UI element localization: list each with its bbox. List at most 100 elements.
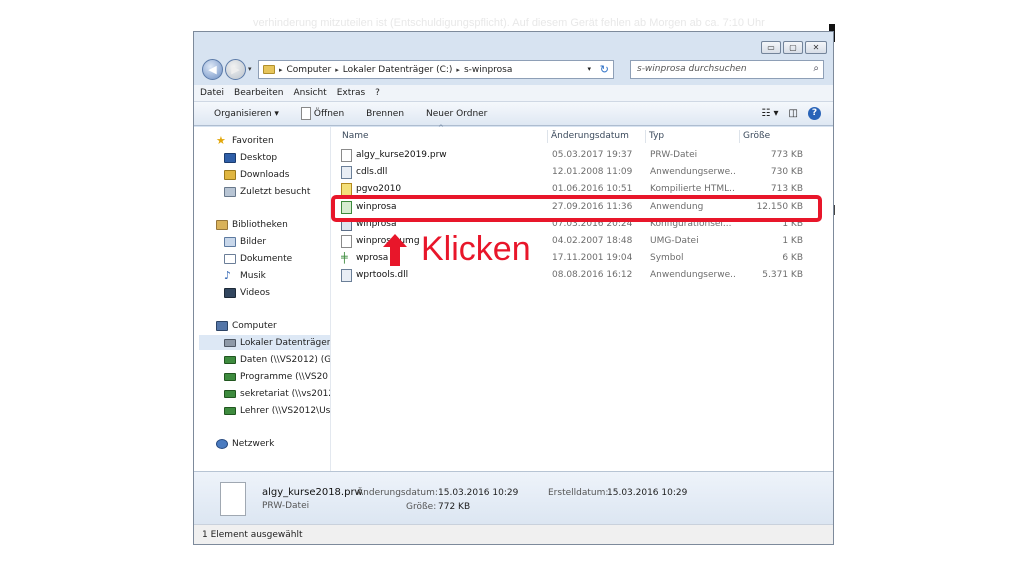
column-divider[interactable] — [645, 130, 646, 143]
column-header-type[interactable]: Typ — [649, 127, 664, 145]
back-button[interactable]: ◀ — [202, 59, 223, 80]
file-date: 08.08.2016 16:12 — [552, 270, 633, 281]
nav-label: Desktop — [240, 152, 278, 163]
nav-desktop[interactable]: Desktop — [224, 150, 277, 165]
history-dropdown-icon[interactable]: ▾ — [248, 65, 252, 73]
help-icon[interactable]: ? — [808, 107, 821, 120]
minimize-button[interactable]: ▭ — [761, 41, 781, 54]
file-type: Anwendungserwe... — [650, 270, 735, 281]
breadcrumb-separator-icon: ▸ — [335, 65, 339, 74]
recent-places-icon — [224, 186, 236, 197]
file-preview-icon — [220, 482, 246, 516]
nav-music[interactable]: ♪ Musik — [224, 268, 266, 283]
menu-help[interactable]: ? — [375, 88, 380, 101]
highlight-box — [331, 195, 822, 222]
menu-datei[interactable]: Datei — [200, 88, 224, 101]
column-header-date[interactable]: Änderungsdatum — [551, 127, 629, 145]
address-dropdown-icon[interactable]: ▾ — [587, 65, 591, 73]
file-size: 5.371 KB — [762, 270, 803, 281]
details-created-value: 15.03.2016 10:29 — [607, 488, 688, 498]
nav-label: Lokaler Datenträger — [240, 337, 331, 348]
forward-button[interactable]: ▶ — [225, 59, 246, 80]
downloads-icon — [224, 169, 236, 180]
breadcrumb-computer[interactable]: Computer — [287, 65, 332, 75]
preview-pane-icon[interactable]: ◫ — [789, 108, 798, 119]
nav-pictures[interactable]: Bilder — [224, 234, 266, 249]
details-size-value: 772 KB — [438, 502, 471, 512]
column-divider[interactable] — [739, 130, 740, 143]
details-created-label: Erstelldatum: — [548, 488, 609, 498]
nav-computer[interactable]: Computer — [216, 318, 277, 333]
refresh-icon[interactable]: ↻ — [600, 63, 609, 76]
nav-local-disk[interactable]: Lokaler Datenträger — [199, 335, 331, 350]
file-date: 12.01.2008 11:09 — [552, 167, 633, 178]
network-drive-icon — [224, 372, 236, 381]
menu-ansicht[interactable]: Ansicht — [293, 88, 326, 101]
organize-button[interactable]: Organisieren ▾ — [214, 109, 279, 119]
file-type: UMG-Datei — [650, 236, 699, 246]
nav-network-drive-lehrer[interactable]: Lehrer (\\VS2012\Us — [224, 403, 330, 418]
nav-network-drive-daten[interactable]: Daten (\\VS2012) (G: — [224, 352, 330, 367]
nav-label: Downloads — [240, 169, 290, 180]
nav-network-drive-programme[interactable]: Programme (\\VS20 — [224, 369, 328, 384]
address-bar[interactable]: ▸ Computer ▸ Lokaler Datenträger (C:) ▸ … — [258, 60, 614, 79]
file-name: pgvo2010 — [356, 184, 402, 195]
menu-extras[interactable]: Extras — [337, 88, 365, 101]
maximize-button[interactable]: ▢ — [783, 41, 803, 54]
file-size: 6 KB — [782, 253, 803, 264]
window-controls: ▭ ▢ ✕ — [761, 41, 827, 54]
file-row[interactable]: wprtools.dll 08.08.2016 16:12 Anwendungser… — [334, 267, 814, 284]
close-button[interactable]: ✕ — [805, 41, 827, 54]
file-name: wprtools.dll — [356, 270, 409, 281]
breadcrumb-separator-icon: ▸ — [279, 65, 283, 74]
command-bar: Organisieren ▾ Öffnen Brennen Neuer Ordn… — [194, 102, 833, 126]
column-header-name[interactable]: Name — [342, 127, 369, 145]
nav-videos[interactable]: Videos — [224, 285, 270, 300]
column-header-size[interactable]: Größe — [743, 127, 770, 145]
open-button[interactable]: Öffnen — [300, 107, 344, 120]
burn-button[interactable]: Brennen — [366, 109, 404, 119]
videos-icon — [224, 287, 236, 298]
nav-label: Programme (\\VS20 — [240, 371, 329, 382]
nav-label: Bilder — [240, 236, 267, 247]
nav-label: Zuletzt besucht — [240, 186, 311, 197]
details-size-label: Größe: — [406, 502, 437, 512]
nav-libraries[interactable]: Bibliotheken — [216, 217, 288, 232]
desktop-icon — [224, 152, 236, 163]
view-options-icon[interactable]: ☷ ▾ — [761, 108, 778, 119]
column-divider[interactable] — [547, 130, 548, 143]
content-area: ★ Favoriten Desktop Downloads Zuletzt bes… — [194, 124, 833, 471]
music-icon: ♪ — [224, 268, 232, 282]
documents-icon — [224, 253, 236, 264]
breadcrumb-drive[interactable]: Lokaler Datenträger (C:) — [343, 65, 453, 75]
file-name: cdls.dll — [356, 167, 388, 178]
search-icon[interactable]: ⌕ — [813, 63, 819, 74]
file-type: Kompilierte HTML... — [650, 184, 735, 195]
dll-icon — [341, 166, 352, 180]
toolbar-right: ☷ ▾ ◫ ? — [761, 107, 821, 120]
nav-documents[interactable]: Dokumente — [224, 251, 292, 266]
nav-label: Bibliotheken — [232, 219, 288, 230]
doc-icon — [341, 149, 352, 162]
details-pane: algy_kurse2018.prw PRW-Datei Änderungsda… — [194, 471, 833, 524]
new-folder-button[interactable]: Neuer Ordner — [426, 109, 487, 119]
nav-label: sekretariat (\\vs2012 — [240, 388, 331, 399]
file-size: 713 KB — [770, 184, 803, 195]
file-row[interactable]: cdls.dll 12.01.2008 11:09 Anwendungserwe..… — [334, 164, 814, 181]
nav-favorites[interactable]: ★ Favoriten — [216, 133, 274, 148]
file-date: 17.11.2001 19:04 — [552, 253, 633, 264]
symbol-icon: ╪ — [341, 252, 348, 265]
nav-downloads[interactable]: Downloads — [224, 167, 289, 182]
file-row[interactable]: algy_kurse2019.prw 05.03.2017 19:37 PRW-Da… — [334, 147, 814, 164]
breadcrumb-folder[interactable]: s-winprosa — [464, 65, 512, 75]
menu-bearbeiten[interactable]: Bearbeiten — [234, 88, 283, 101]
star-icon: ★ — [216, 133, 226, 147]
nav-recent[interactable]: Zuletzt besucht — [224, 184, 310, 199]
file-date: 01.06.2016 10:51 — [552, 184, 633, 195]
dll-icon — [341, 269, 352, 283]
network-drive-icon — [224, 406, 236, 415]
search-input[interactable]: s-winprosa durchsuchen ⌕ — [630, 60, 824, 79]
nav-network-drive-sekretariat[interactable]: sekretariat (\\vs2012 — [224, 386, 331, 401]
sort-arrow-icon: ^ — [438, 124, 444, 132]
nav-network[interactable]: Netzwerk — [216, 436, 274, 451]
